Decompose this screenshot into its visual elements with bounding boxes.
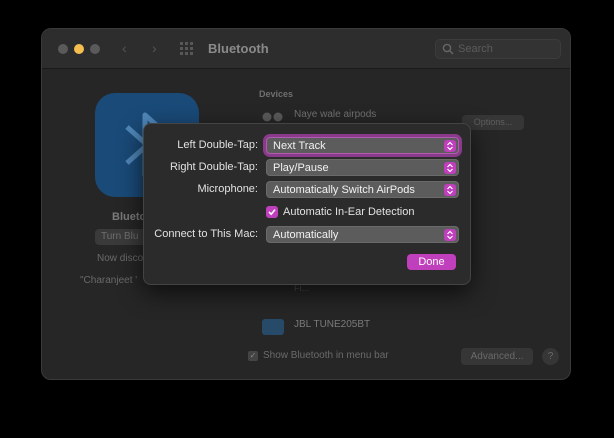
window-title: Bluetooth	[208, 41, 269, 56]
checkmark-icon	[268, 209, 276, 216]
right-double-tap-value: Play/Pause	[273, 162, 329, 174]
bluetooth-status-label: Blueto	[112, 211, 147, 223]
connect-to-mac-select[interactable]: Automatically	[266, 226, 459, 243]
back-chevron-icon[interactable]: ‹	[122, 40, 127, 56]
microphone-select[interactable]: Automatically Switch AirPods	[266, 181, 459, 198]
search-icon	[442, 43, 454, 55]
advanced-button[interactable]: Advanced...	[461, 348, 533, 365]
airpods-options-sheet: Left Double-Tap: Next Track Right Double…	[143, 123, 471, 285]
close-button[interactable]	[58, 44, 68, 54]
grid-icon[interactable]	[180, 42, 194, 56]
right-double-tap-label: Right Double-Tap:	[169, 161, 258, 173]
speaker-icon	[262, 319, 284, 335]
microphone-value: Automatically Switch AirPods	[273, 184, 415, 196]
updown-arrows-icon	[444, 162, 456, 174]
right-double-tap-select[interactable]: Play/Pause	[266, 159, 459, 176]
in-ear-detection-label: Automatic In-Ear Detection	[283, 206, 415, 218]
microphone-label: Microphone:	[197, 183, 258, 195]
devices-header: Devices	[259, 89, 294, 99]
discoverable-text: Now disco	[97, 253, 144, 264]
search-placeholder: Search	[458, 43, 493, 55]
done-button[interactable]: Done	[407, 254, 456, 270]
show-in-menu-bar-label: Show Bluetooth in menu bar	[263, 350, 389, 361]
search-field[interactable]: Search	[435, 39, 561, 59]
show-in-menu-bar-checkbox[interactable]: ✓	[248, 351, 258, 361]
device-name-jbl[interactable]: JBL TUNE205BT	[294, 319, 370, 330]
airpods-icon	[262, 112, 283, 122]
zoom-button[interactable]	[90, 44, 100, 54]
computer-name-text: "Charanjeet '	[80, 275, 138, 286]
help-button[interactable]: ?	[542, 348, 559, 365]
device-name-airpods[interactable]: Naye wale airpods	[294, 109, 376, 120]
updown-arrows-icon	[444, 229, 456, 241]
connect-to-mac-value: Automatically	[273, 229, 339, 241]
forward-chevron-icon[interactable]: ›	[152, 40, 157, 56]
updown-arrows-icon	[444, 140, 456, 152]
minimize-button[interactable]	[74, 44, 84, 54]
title-bar: ‹ › Bluetooth Search	[42, 29, 570, 69]
left-double-tap-select[interactable]: Next Track	[266, 137, 459, 154]
connect-to-mac-label: Connect to This Mac:	[154, 228, 258, 240]
options-button[interactable]: Options...	[462, 115, 524, 130]
updown-arrows-icon	[444, 184, 456, 196]
left-double-tap-value: Next Track	[273, 140, 326, 152]
left-double-tap-label: Left Double-Tap:	[177, 139, 258, 151]
in-ear-detection-checkbox[interactable]	[266, 206, 278, 218]
